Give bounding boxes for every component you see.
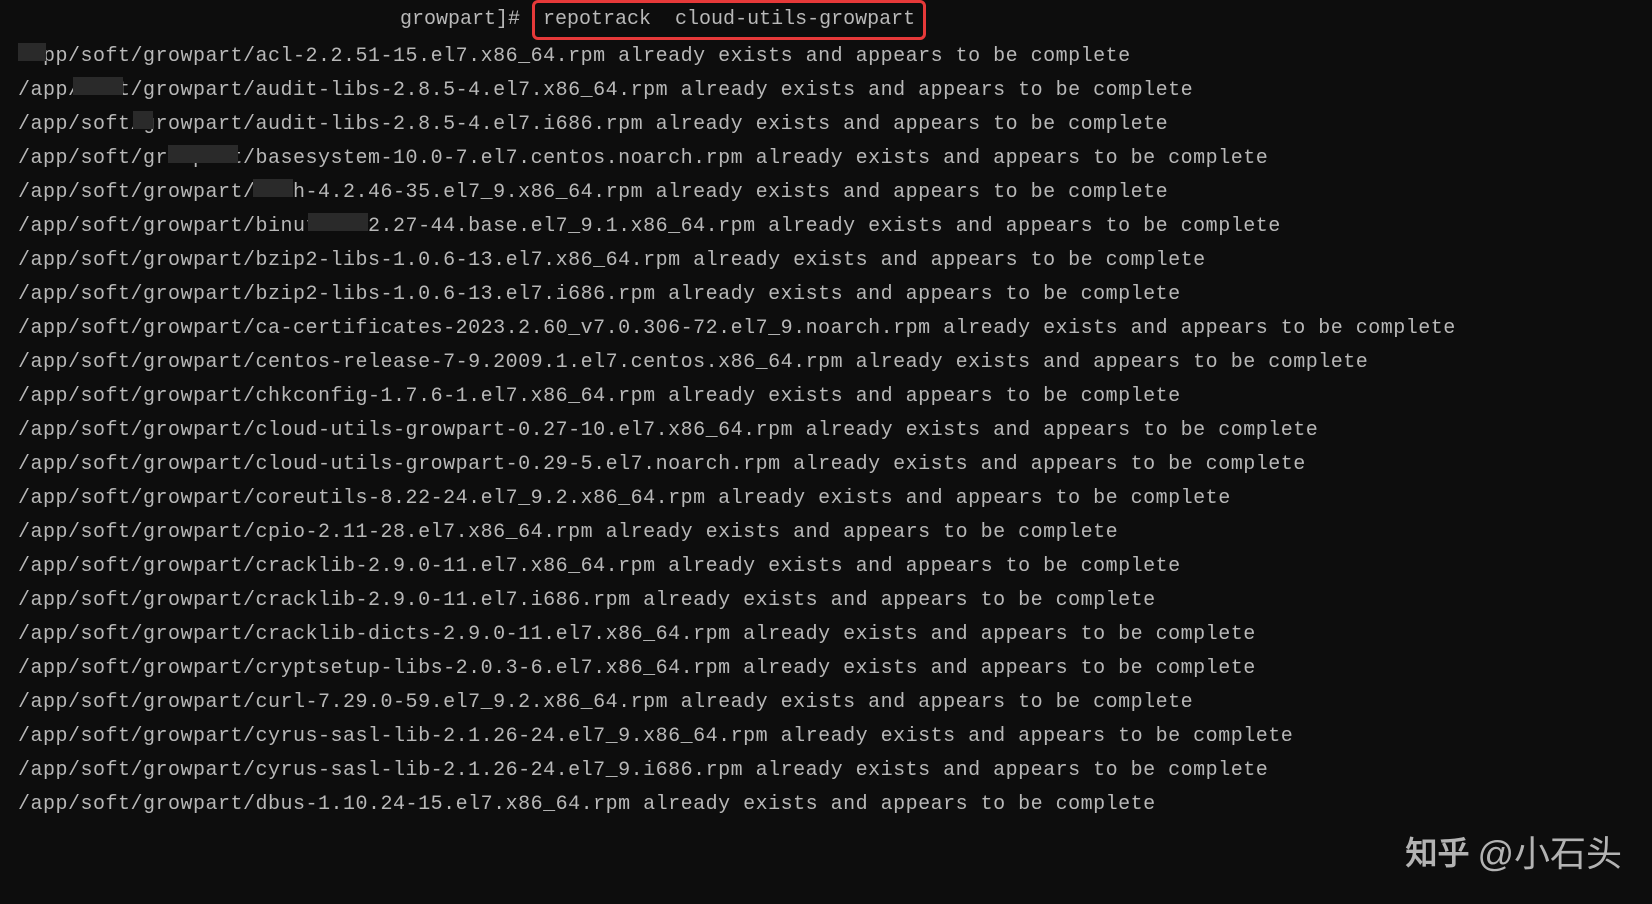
watermark-author: @小石头 (1477, 823, 1622, 884)
output-line: /app/soft/growpart/ca-certificates-2023.… (18, 312, 1634, 346)
output-line: /app/soft/growpart/cloud-utils-growpart-… (18, 414, 1634, 448)
highlighted-command: repotrack cloud-utils-growpart (532, 0, 926, 40)
output-line: /app/soft/growpart/centos-release-7-9.20… (18, 346, 1634, 380)
output-line: /app/soft/growpart/acl-2.2.51-15.el7.x86… (18, 40, 1634, 74)
output-line: /app/soft/growpart/cyrus-sasl-lib-2.1.26… (18, 720, 1634, 754)
output-line: /app/soft/growpart/coreutils-8.22-24.el7… (18, 482, 1634, 516)
terminal-output[interactable]: growpart]# repotrack cloud-utils-growpar… (18, 0, 1634, 822)
output-line: /app/soft/growpart/audit-libs-2.8.5-4.el… (18, 108, 1634, 142)
watermark: 知乎 @小石头 (1405, 823, 1622, 884)
output-line: /app/soft/growpart/cpio-2.11-28.el7.x86_… (18, 516, 1634, 550)
command-prompt-line: growpart]# repotrack cloud-utils-growpar… (18, 0, 1634, 40)
output-line: /app/soft/growpart/binutils-2.27-44.base… (18, 210, 1634, 244)
output-line: /app/soft/growpart/dbus-1.10.24-15.el7.x… (18, 788, 1634, 822)
output-line: /app/soft/growpart/basesystem-10.0-7.el7… (18, 142, 1634, 176)
output-line: /app/soft/growpart/cryptsetup-libs-2.0.3… (18, 652, 1634, 686)
output-line: /app/soft/growpart/cracklib-dicts-2.9.0-… (18, 618, 1634, 652)
redacted-hostname (18, 9, 388, 31)
output-line: /app/soft/growpart/cracklib-2.9.0-11.el7… (18, 584, 1634, 618)
output-line: /app/soft/growpart/chkconfig-1.7.6-1.el7… (18, 380, 1634, 414)
output-line: /app/soft/growpart/cloud-utils-growpart-… (18, 448, 1634, 482)
output-line: /app/soft/growpart/cyrus-sasl-lib-2.1.26… (18, 754, 1634, 788)
output-line: /app/soft/growpart/bzip2-libs-1.0.6-13.e… (18, 278, 1634, 312)
output-line: /app/soft/growpart/cracklib-2.9.0-11.el7… (18, 550, 1634, 584)
zhihu-logo: 知乎 (1405, 826, 1469, 880)
output-line: /app/soft/growpart/bzip2-libs-1.0.6-13.e… (18, 244, 1634, 278)
output-line: /app/soft/growpart/audit-libs-2.8.5-4.el… (18, 74, 1634, 108)
output-line: /app/soft/growpart/curl-7.29.0-59.el7_9.… (18, 686, 1634, 720)
prompt-suffix: growpart]# (388, 3, 532, 37)
